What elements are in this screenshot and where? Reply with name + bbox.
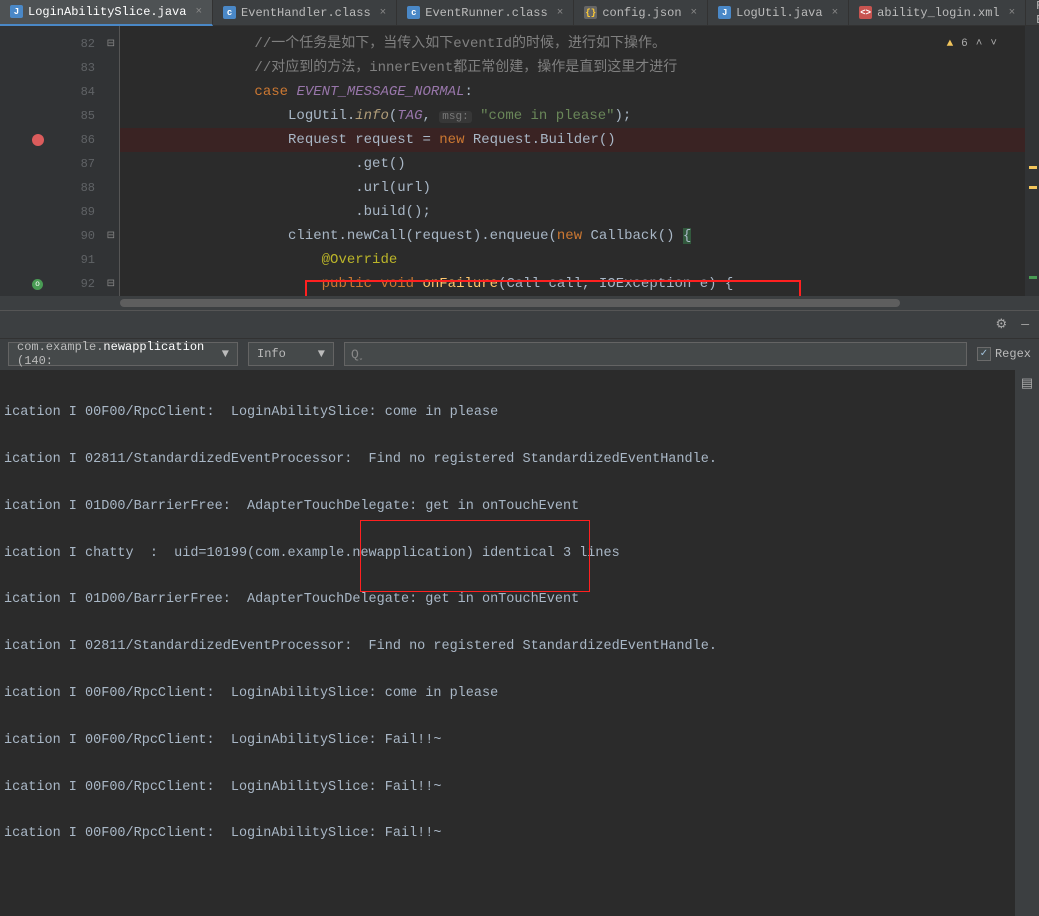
- line-number: 91: [81, 253, 95, 267]
- tab-label: config.json: [602, 6, 681, 20]
- regex-label: Regex: [995, 347, 1031, 361]
- json-icon: {}: [584, 6, 597, 19]
- tab-label: EventRunner.class: [425, 6, 547, 20]
- tab-label: LogUtil.java: [736, 6, 822, 20]
- log-line: ication I 00F00/RpcClient: LoginAbilityS…: [4, 822, 1015, 845]
- chevron-down-icon[interactable]: ˅: [990, 32, 997, 56]
- tab-event-runner[interactable]: c EventRunner.class ×: [397, 0, 574, 26]
- remote-emulator-label[interactable]: Remote Emulat: [1026, 0, 1039, 27]
- line-number: 89: [81, 205, 95, 219]
- tab-ability-login-xml[interactable]: <> ability_login.xml ×: [849, 0, 1026, 26]
- layout-icon[interactable]: ▤: [1021, 376, 1033, 391]
- console-toolbar: ⚙ —: [0, 310, 1039, 338]
- left-gutter: [0, 26, 26, 296]
- log-line: ication I 02811/StandardizedEventProcess…: [4, 448, 1015, 471]
- log-level-dropdown[interactable]: Info ▼: [248, 342, 334, 366]
- xml-icon: <>: [859, 6, 872, 19]
- gear-icon[interactable]: ⚙: [996, 317, 1008, 332]
- tab-log-util[interactable]: J LogUtil.java ×: [708, 0, 849, 26]
- warning-icon: ▲: [947, 32, 954, 56]
- tab-label: LoginAbilitySlice.java: [28, 5, 186, 19]
- tab-label: ability_login.xml: [877, 6, 999, 20]
- override-icon[interactable]: o: [32, 279, 43, 290]
- java-icon: J: [10, 5, 23, 18]
- class-icon: c: [407, 6, 420, 19]
- close-icon[interactable]: ×: [832, 7, 839, 19]
- log-line: ication I 01D00/BarrierFree: AdapterTouc…: [4, 495, 1015, 518]
- line-number: 85: [81, 109, 95, 123]
- inspection-badge[interactable]: ▲ 6 ˄ ˅: [943, 30, 1001, 58]
- log-search-input[interactable]: Q˯: [344, 342, 967, 366]
- code-comment: //对应到的方法，innerEvent都正常创建，操作是直到这里才进行: [254, 60, 677, 76]
- breakpoint-icon[interactable]: [32, 134, 44, 146]
- code-content[interactable]: //一个任务是如下，当传入如下eventId的时候，进行如下操作。 //对应到的…: [120, 26, 1025, 296]
- tab-config-json[interactable]: {} config.json ×: [574, 0, 708, 26]
- warning-count: 6: [961, 32, 968, 56]
- console-panel: ication I 00F00/RpcClient: LoginAbilityS…: [0, 370, 1039, 916]
- java-icon: J: [718, 6, 731, 19]
- chevron-up-icon[interactable]: ˄: [976, 32, 983, 56]
- class-icon: c: [223, 6, 236, 19]
- chevron-down-icon: ▼: [318, 347, 325, 361]
- line-number: 84: [81, 85, 95, 99]
- editor-tab-bar: J LoginAbilitySlice.java × c EventHandle…: [0, 0, 1039, 26]
- close-icon[interactable]: ×: [195, 6, 202, 18]
- log-line: ication I 00F00/RpcClient: LoginAbilityS…: [4, 401, 1015, 424]
- regex-checkbox[interactable]: ✓ Regex: [977, 347, 1031, 361]
- tab-event-handler[interactable]: c EventHandler.class ×: [213, 0, 397, 26]
- checkbox-icon: ✓: [977, 347, 991, 361]
- chevron-down-icon: ▼: [222, 347, 229, 361]
- log-line: ication I 00F00/RpcClient: LoginAbilityS…: [4, 682, 1015, 705]
- close-icon[interactable]: ×: [557, 7, 564, 19]
- line-number: 88: [81, 181, 95, 195]
- line-number: 82: [81, 37, 95, 51]
- search-icon: Q˯: [351, 347, 367, 362]
- close-icon[interactable]: ×: [691, 7, 698, 19]
- tab-label: EventHandler.class: [241, 6, 371, 20]
- scrollbar-thumb[interactable]: [120, 299, 900, 307]
- logcat-filter-bar: com.example.newapplication (140: ▼ Info …: [0, 338, 1039, 370]
- close-icon[interactable]: ×: [380, 7, 387, 19]
- code-comment: //一个任务是如下，当传入如下eventId的时候，进行如下操作。: [254, 36, 666, 52]
- console-output[interactable]: ication I 00F00/RpcClient: LoginAbilityS…: [0, 370, 1015, 916]
- line-number: 86: [81, 133, 95, 147]
- horizontal-scrollbar[interactable]: [0, 296, 1039, 310]
- line-number: 87: [81, 157, 95, 171]
- line-number: 83: [81, 61, 95, 75]
- log-line: ication I chatty : uid=10199(com.example…: [4, 542, 1015, 565]
- minimize-icon[interactable]: —: [1021, 317, 1029, 332]
- line-number: 90: [81, 229, 95, 243]
- log-line: ication I 02811/StandardizedEventProcess…: [4, 635, 1015, 658]
- log-line: ication I 00F00/RpcClient: LoginAbilityS…: [4, 776, 1015, 799]
- line-number: 92: [81, 277, 95, 291]
- log-line: ication I 01D00/BarrierFree: AdapterTouc…: [4, 588, 1015, 611]
- close-icon[interactable]: ×: [1009, 7, 1016, 19]
- console-side-toolbar: ▤: [1015, 370, 1039, 916]
- error-stripe[interactable]: [1025, 26, 1039, 296]
- log-line: ication I 00F00/RpcClient: LoginAbilityS…: [4, 729, 1015, 752]
- line-number-gutter: 82⊟ 83 84 85 86 87 88 89 90⊟ 91 o92⊟ 93 …: [26, 26, 120, 296]
- app-filter-dropdown[interactable]: com.example.newapplication (140: ▼: [8, 342, 238, 366]
- code-editor[interactable]: 82⊟ 83 84 85 86 87 88 89 90⊟ 91 o92⊟ 93 …: [0, 26, 1039, 296]
- tab-login-ability[interactable]: J LoginAbilitySlice.java ×: [0, 0, 213, 26]
